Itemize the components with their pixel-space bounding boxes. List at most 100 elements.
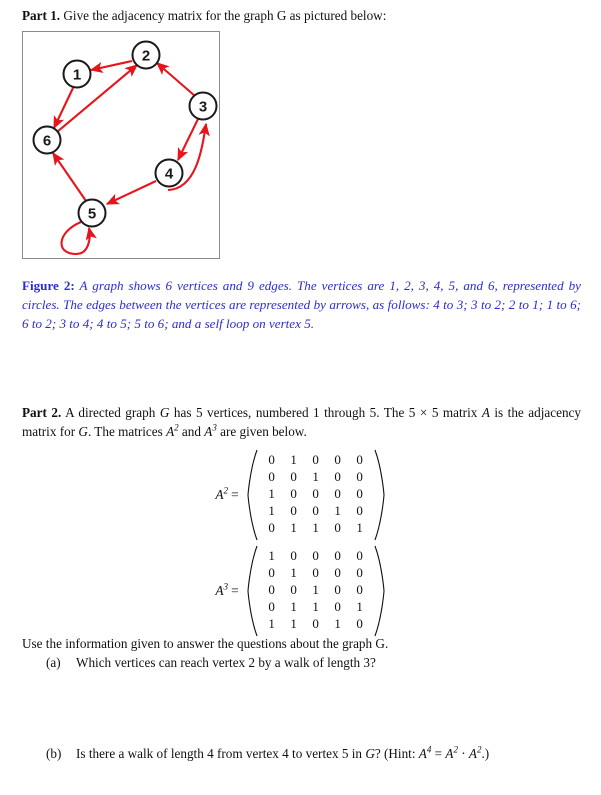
part2-text-2: has 5 vertices, numbered 1 through 5. Th… bbox=[169, 405, 482, 420]
cell-r3c2: 0 bbox=[290, 485, 297, 501]
cell-r2c3: 0 bbox=[312, 564, 319, 580]
question-b-text-1: Is there a walk of length 4 from vertex … bbox=[76, 746, 366, 761]
svg-text:2: 2 bbox=[142, 48, 150, 65]
graph-edges bbox=[52, 59, 210, 256]
right-paren bbox=[374, 449, 386, 541]
cell-r1c4: 0 bbox=[334, 547, 341, 563]
question-b-text: Is there a walk of length 4 from vertex … bbox=[76, 744, 581, 763]
figure-caption-label: Figure 2: bbox=[22, 278, 75, 293]
matrix-a-squared-grid: 0 1 0 0 0 0 0 1 0 0 1 0 0 0 0 1 0 0 1 0 bbox=[258, 449, 374, 541]
cell-r3c3: 1 bbox=[312, 581, 319, 597]
edge-3-to-2 bbox=[156, 62, 196, 97]
matrix-a-squared-label: A2 = bbox=[215, 485, 239, 502]
part2-label: Part 2. bbox=[22, 405, 62, 420]
cell-r1c2: 1 bbox=[290, 451, 297, 467]
part2-var-a-squared: A bbox=[166, 424, 175, 439]
cell-r4c4: 0 bbox=[334, 598, 341, 614]
cell-r1c1: 0 bbox=[268, 451, 275, 467]
edge-5-to-6 bbox=[52, 151, 87, 202]
matrix-a-cubed-body: 1 0 0 0 0 0 1 0 0 0 0 0 1 0 0 0 1 1 0 1 bbox=[246, 545, 386, 637]
edge-4-to-5 bbox=[105, 180, 157, 205]
left-paren bbox=[246, 449, 258, 541]
question-b: (b) Is there a walk of length 4 from ver… bbox=[46, 744, 581, 763]
cell-r4c3: 0 bbox=[312, 502, 319, 518]
cell-r5c1: 0 bbox=[268, 519, 275, 535]
part1-heading: Part 1. Give the adjacency matrix for th… bbox=[22, 6, 580, 25]
cell-r3c4: 0 bbox=[334, 485, 341, 501]
graph-vertices: 1 2 3 4 5 6 bbox=[32, 40, 218, 228]
document-page: Part 1. Give the adjacency matrix for th… bbox=[0, 0, 601, 795]
edge-3-to-4 bbox=[177, 118, 199, 162]
cell-r4c3: 1 bbox=[312, 598, 319, 614]
cell-r1c1: 1 bbox=[268, 547, 275, 563]
part2-text-1: A directed graph bbox=[65, 405, 160, 420]
cell-r1c2: 0 bbox=[290, 547, 297, 563]
vertex-5: 5 bbox=[77, 198, 107, 228]
right-paren bbox=[374, 545, 386, 637]
vertex-6: 6 bbox=[32, 125, 62, 155]
cell-r1c5: 0 bbox=[356, 547, 363, 563]
question-b-var-g: G bbox=[365, 746, 375, 761]
question-b-var-a4: A bbox=[418, 746, 427, 761]
cell-r4c2: 0 bbox=[290, 502, 297, 518]
left-paren bbox=[246, 545, 258, 637]
figure-caption-text: A graph shows 6 vertices and 9 edges. Th… bbox=[22, 278, 581, 332]
edge-2-to-1 bbox=[89, 59, 133, 74]
matrix-a-cubed-label: A3 = bbox=[215, 581, 239, 598]
cell-r3c5: 0 bbox=[356, 581, 363, 597]
part2-var-a: A bbox=[481, 405, 490, 420]
cell-r3c4: 0 bbox=[334, 581, 341, 597]
part2-paragraph: Part 2. A directed graph G has 5 vertice… bbox=[22, 403, 581, 441]
cell-r1c3: 0 bbox=[312, 451, 319, 467]
cell-r5c3: 0 bbox=[312, 615, 319, 631]
question-a: (a) Which vertices can reach vertex 2 by… bbox=[46, 653, 581, 672]
part1-text: Give the adjacency matrix for the graph … bbox=[63, 8, 387, 23]
cell-r4c5: 1 bbox=[356, 598, 363, 614]
cell-r2c5: 0 bbox=[356, 564, 363, 580]
svg-text:6: 6 bbox=[43, 133, 51, 150]
svg-text:3: 3 bbox=[199, 99, 207, 116]
svg-text:5: 5 bbox=[88, 206, 96, 223]
cell-r2c1: 0 bbox=[268, 564, 275, 580]
edge-5-self-loop bbox=[60, 221, 97, 256]
cell-r3c1: 0 bbox=[268, 581, 275, 597]
cell-r4c1: 0 bbox=[268, 598, 275, 614]
matrix-a-cubed-grid: 1 0 0 0 0 0 1 0 0 0 0 0 1 0 0 0 1 1 0 1 bbox=[258, 545, 374, 637]
part2-var-g2: G bbox=[78, 424, 88, 439]
cell-r5c5: 0 bbox=[356, 615, 363, 631]
figure-caption: Figure 2: A graph shows 6 vertices and 9… bbox=[22, 276, 581, 334]
question-b-var-a2b: A bbox=[468, 746, 477, 761]
matrix-a-squared-body: 0 1 0 0 0 0 0 1 0 0 1 0 0 0 0 1 0 0 1 0 bbox=[246, 449, 386, 541]
part2-text-4: . The matrices bbox=[87, 424, 167, 439]
cell-r5c5: 1 bbox=[356, 519, 363, 535]
cell-r4c1: 1 bbox=[268, 502, 275, 518]
part1-label: Part 1. bbox=[22, 8, 61, 23]
cell-r5c2: 1 bbox=[290, 615, 297, 631]
use-information-line: Use the information given to answer the … bbox=[22, 636, 389, 651]
graph-diagram: 1 2 3 4 5 6 bbox=[32, 40, 218, 256]
question-b-label: (b) bbox=[46, 746, 62, 761]
vertex-1: 1 bbox=[62, 59, 92, 89]
question-a-text: Which vertices can reach vertex 2 by a w… bbox=[76, 655, 376, 670]
matrix-a-squared: A2 = 0 1 0 0 0 0 0 1 0 0 1 0 0 0 0 1 0 0… bbox=[0, 449, 601, 541]
part2-text-5: and bbox=[178, 424, 205, 439]
vertex-2: 2 bbox=[131, 40, 161, 70]
question-a-label: (a) bbox=[46, 655, 61, 670]
cell-r5c3: 1 bbox=[312, 519, 319, 535]
cell-r3c2: 0 bbox=[290, 581, 297, 597]
cell-r2c4: 0 bbox=[334, 564, 341, 580]
question-b-text-2: ? (Hint: bbox=[374, 746, 419, 761]
cell-r5c1: 1 bbox=[268, 615, 275, 631]
svg-text:1: 1 bbox=[73, 67, 81, 84]
cell-r1c5: 0 bbox=[356, 451, 363, 467]
cell-r4c4: 1 bbox=[334, 502, 341, 518]
cell-r4c2: 1 bbox=[290, 598, 297, 614]
cell-r4c5: 0 bbox=[356, 502, 363, 518]
cell-r3c1: 1 bbox=[268, 485, 275, 501]
vertex-4: 4 bbox=[154, 158, 184, 188]
matrix-a-cubed: A3 = 1 0 0 0 0 0 1 0 0 0 0 0 1 0 0 0 1 1… bbox=[0, 545, 601, 637]
graph-figure-box: 1 2 3 4 5 6 bbox=[22, 31, 220, 259]
part2-text-6: are given below. bbox=[216, 424, 307, 439]
cell-r5c2: 1 bbox=[290, 519, 297, 535]
cell-r5c4: 1 bbox=[334, 615, 341, 631]
